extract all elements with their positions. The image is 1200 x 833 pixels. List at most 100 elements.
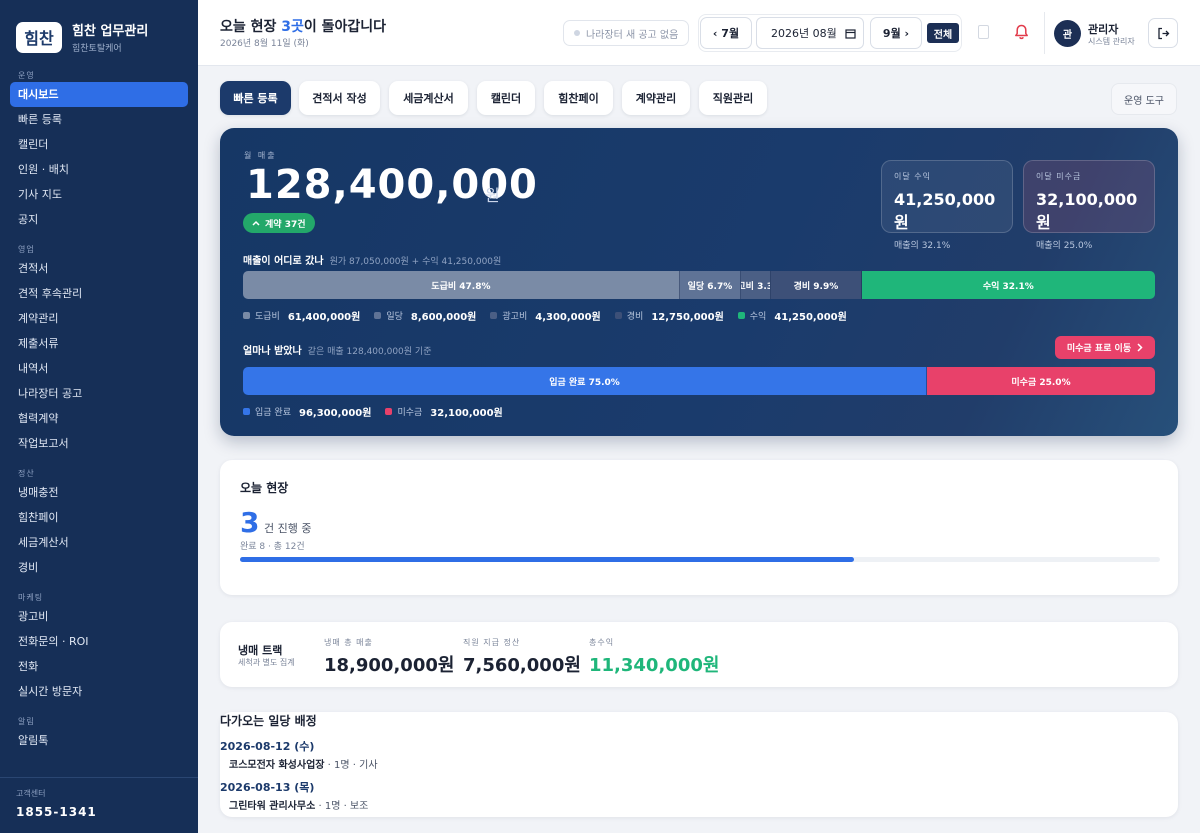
sidebar-item[interactable]: 광고비 <box>10 604 188 629</box>
profit-card: 이달 수익 41,250,000원 매출의 32.1% <box>881 160 1013 251</box>
bell-icon[interactable] <box>1014 24 1029 40</box>
sidebar-item[interactable]: 견적서 <box>10 256 188 281</box>
sidebar-item[interactable]: 경비 <box>10 555 188 580</box>
legend-name: 수익 <box>749 312 767 322</box>
upcoming-item[interactable]: 그린타워 관리사무소 · 1명 · 보조 <box>229 797 368 812</box>
unpaid-value: 32,100,000원 <box>1036 190 1138 232</box>
today-sites-card[interactable]: 오늘 현장 3 건 진행 중 완료 8 · 총 12건 <box>220 460 1178 595</box>
notice-dot-icon <box>574 30 580 36</box>
bar-segment: 입금 완료 75.0% <box>243 367 927 395</box>
upcoming-item-detail: · 1명 · 보조 <box>315 801 369 812</box>
collection-legend: 입금 완료 96,300,000원 미수금 32,100,000원 <box>243 404 503 419</box>
tab-button[interactable]: 계약관리 <box>622 81 690 115</box>
profit-sub: 매출의 32.1% <box>894 241 951 251</box>
sidebar-item[interactable]: 제출서류 <box>10 331 188 356</box>
brand[interactable]: 힘찬 힘찬 업무관리 힘찬토탈케어 <box>0 0 198 58</box>
sidebar-item[interactable]: 기사 지도 <box>10 182 188 207</box>
unpaid-table-button[interactable]: 미수금 표로 이동 <box>1055 336 1155 359</box>
breakdown-subtitle: 원가 87,050,000원 + 수익 41,250,000원 <box>329 257 502 267</box>
divider <box>1044 12 1045 54</box>
top-bar: 오늘 현장 3곳이 돌아갑니다 2026년 8월 11일 (화) 나라장터 새 … <box>198 0 1200 66</box>
sidebar-item[interactable]: 실시간 방문자 <box>10 679 188 704</box>
brand-subtitle: 힘찬토탈케어 <box>72 44 122 54</box>
calendar-icon <box>845 28 856 39</box>
avatar[interactable]: 관 <box>1054 20 1081 47</box>
brand-title: 힘찬 업무관리 <box>72 24 149 39</box>
staff-settlement-label: 직원 지급 정산 <box>463 638 521 647</box>
legend-item: 도급비 61,400,000원 <box>243 308 360 323</box>
sidebar-item[interactable]: 알림톡 <box>10 728 188 753</box>
bar-segment: 광고비 3.3% <box>741 271 772 299</box>
legend-value: 32,100,000원 <box>430 408 503 419</box>
sidebar-item[interactable]: 전화 <box>10 654 188 679</box>
sidebar-item[interactable]: 대시보드 <box>10 82 188 107</box>
legend-item: 경비 12,750,000원 <box>614 308 724 323</box>
next-month-button[interactable]: 9월 › <box>870 17 922 49</box>
sidebar-item[interactable]: 세금계산서 <box>10 530 188 555</box>
sidebar: 힘찬 힘찬 업무관리 힘찬토탈케어 운영 대시보드 빠른 등록 캘린더 인원 · 배치 기… <box>0 0 198 833</box>
legend-item: 입금 완료 96,300,000원 <box>243 404 371 419</box>
bar-segment: 경비 9.9% <box>771 271 862 299</box>
sidebar-item[interactable]: 힘찬페이 <box>10 505 188 530</box>
tab-button[interactable]: 직원관리 <box>699 81 767 115</box>
tab-button[interactable]: 캘린더 <box>477 81 535 115</box>
sidebar-item[interactable]: 계약관리 <box>10 306 188 331</box>
refrigerant-title: 냉매 트랙 <box>238 644 283 657</box>
legend-name: 일당 <box>386 312 403 322</box>
customer-center-phone[interactable]: 1855-1341 <box>16 805 182 819</box>
tab-button[interactable]: 견적서 작성 <box>299 81 380 115</box>
page-title-suffix: 이 돌아갑니다 <box>303 19 387 35</box>
ops-tool-button[interactable]: 운영 도구 <box>1111 83 1177 115</box>
all-period-button[interactable]: 전체 <box>927 23 959 43</box>
upcoming-title: 다가오는 일당 배정 <box>220 714 317 728</box>
net-profit-label: 총수익 <box>589 638 615 647</box>
legend-swatch <box>614 312 622 319</box>
net-profit-value: 11,340,000원 <box>589 655 720 676</box>
sidebar-item[interactable]: 나라장터 공고 <box>10 381 188 406</box>
collection-bar: 입금 완료 75.0% 미수금 25.0% <box>243 367 1155 395</box>
sidebar-item[interactable]: 작업보고서 <box>10 431 188 456</box>
customer-center: 고객센터 1855-1341 <box>0 777 198 833</box>
tab-button[interactable]: 힘찬페이 <box>544 81 613 115</box>
profit-label: 이달 수익 <box>894 172 931 181</box>
sidebar-item[interactable]: 빠른 등록 <box>10 107 188 132</box>
legend-item: 광고비 4,300,000원 <box>490 308 601 323</box>
month-input[interactable]: 2026년 08월 <box>756 17 864 49</box>
legend-swatch <box>385 408 393 415</box>
sidebar-item[interactable]: 캘린더 <box>10 132 188 157</box>
sidebar-item[interactable]: 내역서 <box>10 356 188 381</box>
logout-button[interactable] <box>1148 18 1178 48</box>
refrigerant-card[interactable]: 냉매 트랙 세척과 별도 집계 냉매 총 매출 18,900,000원 직원 지… <box>220 622 1178 687</box>
sidebar-item[interactable]: 냉매충전 <box>10 480 188 505</box>
page-title-highlight: 3곳 <box>281 19 304 35</box>
legend-value: 61,400,000원 <box>287 312 361 323</box>
upcoming-item-name: 코스모전자 화성사업장 <box>229 760 325 771</box>
customer-center-label: 고객센터 <box>16 789 46 798</box>
today-date: 2026년 8월 11일 (화) <box>220 39 309 49</box>
page-title-prefix: 오늘 현장 <box>220 19 282 35</box>
sidebar-item[interactable]: 견적 후속관리 <box>10 281 188 306</box>
document-icon[interactable] <box>978 25 989 39</box>
bar-segment: 일당 6.7% <box>679 271 742 299</box>
prev-month-button[interactable]: ‹ 7월 <box>700 17 752 49</box>
sidebar-item[interactable]: 공지 <box>10 207 188 232</box>
tab-button[interactable]: 빠른 등록 <box>220 81 291 115</box>
notice-chip[interactable]: 나라장터 새 공고 없음 <box>563 20 689 46</box>
breakdown-legend: 도급비 61,400,000원 일당 8,600,000원 광고비 4,300,000원 경… <box>243 308 847 323</box>
legend-item: 일당 8,600,000원 <box>374 308 476 323</box>
page-title: 오늘 현장 3곳이 돌아갑니다 <box>220 16 386 36</box>
legend-name: 입금 완료 <box>255 408 291 418</box>
tab-button[interactable]: 세금계산서 <box>389 81 468 115</box>
sidebar-item[interactable]: 인원 · 배치 <box>10 157 188 182</box>
sidebar-item[interactable]: 전화문의 · ROI <box>10 629 188 654</box>
user-name: 관리자 <box>1088 23 1119 36</box>
bar-segment: 수익 32.1% <box>861 271 1155 299</box>
revenue-unit: 원 <box>485 186 500 205</box>
sidebar-section-label: 마케팅 <box>18 593 44 602</box>
legend-name: 도급비 <box>255 312 280 322</box>
upcoming-item[interactable]: 코스모전자 화성사업장 · 1명 · 기사 <box>229 756 378 771</box>
refrigerant-total-label: 냉매 총 매출 <box>324 638 373 647</box>
unpaid-card: 이달 미수금 32,100,000원 매출의 25.0% <box>1023 160 1155 251</box>
sidebar-item[interactable]: 협력계약 <box>10 406 188 431</box>
bar-segment: 미수금 25.0% <box>927 367 1155 395</box>
